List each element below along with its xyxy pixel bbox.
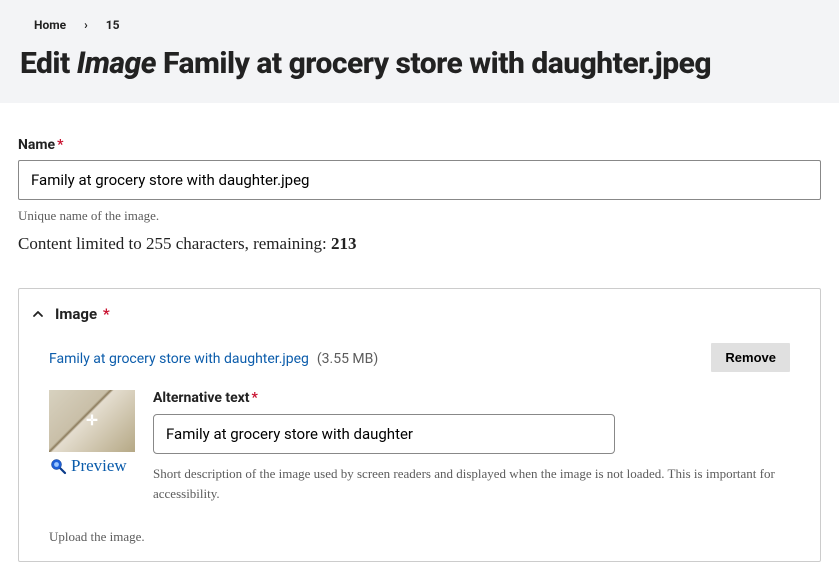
image-panel: Image * Family at grocery store with dau… <box>18 288 821 562</box>
magnifier-icon <box>49 457 67 475</box>
page-title: Edit Image Family at grocery store with … <box>20 46 819 81</box>
image-file-size: (3.55 MB) <box>317 351 378 367</box>
alt-text-help: Short description of the image used by s… <box>153 464 790 503</box>
preview-link[interactable]: Preview <box>49 456 135 476</box>
required-icon: * <box>103 305 110 323</box>
remove-button[interactable]: Remove <box>711 343 790 372</box>
breadcrumb: Home › 15 <box>34 18 819 32</box>
upload-help-text: Upload the image. <box>49 529 790 545</box>
image-panel-toggle[interactable]: Image * <box>19 289 820 339</box>
breadcrumb-home[interactable]: Home <box>34 18 66 32</box>
image-thumbnail[interactable] <box>49 390 135 452</box>
chevron-up-icon <box>31 307 45 321</box>
breadcrumb-separator-icon: › <box>84 18 88 32</box>
alt-text-label: Alternative text* <box>153 390 790 406</box>
alt-text-input[interactable] <box>153 414 615 454</box>
image-file-link[interactable]: Family at grocery store with daughter.jp… <box>49 351 309 367</box>
required-icon: * <box>252 390 258 406</box>
name-input[interactable] <box>18 160 821 200</box>
name-help-text: Unique name of the image. <box>18 208 821 224</box>
breadcrumb-current: 15 <box>106 18 120 32</box>
name-label: Name* <box>18 137 821 153</box>
required-icon: * <box>57 137 63 153</box>
character-counter: Content limited to 255 characters, remai… <box>18 234 821 254</box>
